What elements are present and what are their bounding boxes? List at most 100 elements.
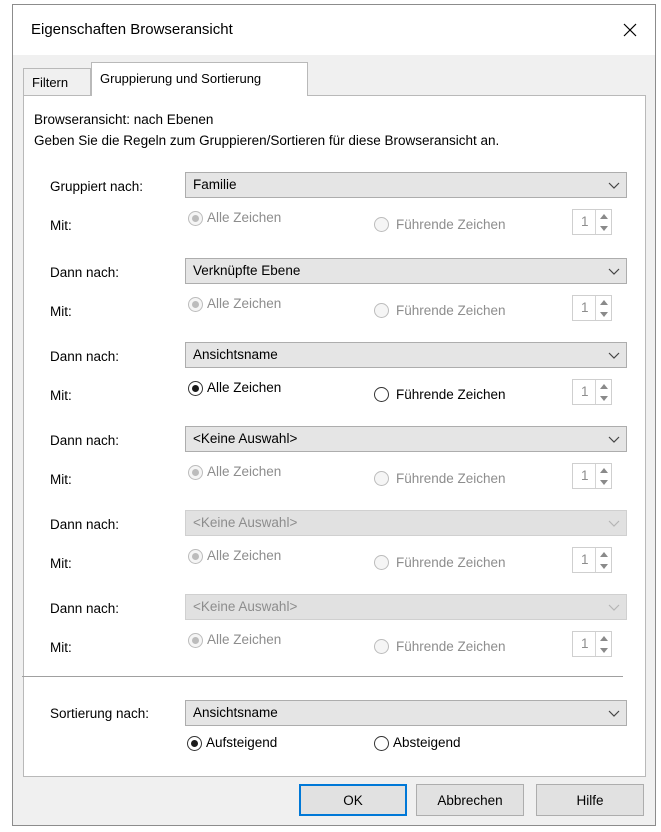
all-characters-radio-dot [192,215,199,222]
close-icon [623,23,637,37]
stepper-up-button[interactable] [596,380,611,392]
all-characters-radio[interactable] [188,465,203,480]
stepper-buttons [595,380,611,404]
chevron-down-icon [608,268,620,275]
group-rule-label: Gruppiert nach: [50,179,144,194]
stepper-up-button[interactable] [596,464,611,476]
stepper-buttons [595,632,611,656]
group-rule-dropdown[interactable]: Verknüpfte Ebene [185,258,627,284]
mit-label: Mit: [50,472,72,487]
stepper-down-button[interactable] [596,560,611,572]
spin-down-icon [599,479,608,485]
leading-characters-label: Führende Zeichen [396,555,506,570]
leading-characters-stepper[interactable]: 1 [572,547,612,573]
spin-up-icon [599,213,608,219]
leading-characters-stepper[interactable]: 1 [572,631,612,657]
group-rule-dropdown[interactable]: <Keine Auswahl> [185,594,627,620]
tab-filtern[interactable]: Filtern [23,68,91,96]
cancel-button[interactable]: Abbrechen [416,784,524,816]
stepper-down-button[interactable] [596,392,611,404]
stepper-buttons [595,296,611,320]
leading-characters-radio[interactable] [374,471,389,486]
mit-label: Mit: [50,304,72,319]
chevron-down-icon [608,604,620,611]
all-characters-label: Alle Zeichen [207,464,282,479]
group-rule-dropdown[interactable]: <Keine Auswahl> [185,510,627,536]
stepper-buttons [595,210,611,234]
leading-characters-stepper[interactable]: 1 [572,463,612,489]
all-characters-radio[interactable] [188,297,203,312]
close-button[interactable] [613,13,647,47]
stepper-up-button[interactable] [596,296,611,308]
leading-characters-stepper[interactable]: 1 [572,209,612,235]
intro-line-1: Browseransicht: nach Ebenen [34,112,214,127]
tab-gruppierung-label: Gruppierung und Sortierung [100,71,262,86]
stepper-up-button[interactable] [596,210,611,222]
mit-label: Mit: [50,556,72,571]
leading-characters-label: Führende Zeichen [396,387,506,402]
stepper-up-button[interactable] [596,632,611,644]
leading-characters-stepper[interactable]: 1 [572,295,612,321]
ascending-radio-dot [191,740,198,747]
group-rule-label: Dann nach: [50,265,120,280]
all-characters-radio-dot [192,469,199,476]
spin-up-icon [599,299,608,305]
group-rule-dropdown-value: Ansichtsname [193,347,278,362]
leading-characters-radio[interactable] [374,639,389,654]
all-characters-label: Alle Zeichen [207,380,282,395]
chevron-down-icon [608,182,620,189]
intro-line-2: Geben Sie die Regeln zum Gruppieren/Sort… [34,133,500,148]
tab-filtern-label: Filtern [32,75,69,90]
stepper-down-button[interactable] [596,308,611,320]
ok-button[interactable]: OK [299,784,407,816]
spin-up-icon [599,635,608,641]
group-rule-dropdown[interactable]: Ansichtsname [185,342,627,368]
leading-characters-label: Führende Zeichen [396,217,506,232]
ascending-radio[interactable] [187,736,202,751]
leading-characters-radio[interactable] [374,217,389,232]
all-characters-radio[interactable] [188,549,203,564]
leading-characters-stepper[interactable]: 1 [572,379,612,405]
stepper-up-button[interactable] [596,548,611,560]
chevron-down-icon [608,352,620,359]
help-button[interactable]: Hilfe [536,784,644,816]
leading-characters-radio[interactable] [374,555,389,570]
title-bar: Eigenschaften Browseransicht [13,5,655,55]
spin-up-icon [599,383,608,389]
all-characters-radio[interactable] [188,211,203,226]
all-characters-radio-dot [192,637,199,644]
group-rule-label: Dann nach: [50,601,120,616]
leading-characters-radio[interactable] [374,303,389,318]
spin-down-icon [599,395,608,401]
all-characters-radio[interactable] [188,633,203,648]
leading-characters-count: 1 [581,214,589,229]
sort-dropdown-value: Ansichtsname [193,705,278,720]
all-characters-label: Alle Zeichen [207,632,282,647]
mit-label: Mit: [50,388,72,403]
leading-characters-label: Führende Zeichen [396,471,506,486]
all-characters-radio[interactable] [188,381,203,396]
group-rule-dropdown[interactable]: Familie [185,172,627,198]
leading-characters-count: 1 [581,384,589,399]
tab-gruppierung-und-sortierung[interactable]: Gruppierung und Sortierung [91,62,308,96]
stepper-down-button[interactable] [596,222,611,234]
chevron-down-icon [608,436,620,443]
all-characters-label: Alle Zeichen [207,548,282,563]
group-rule-dropdown[interactable]: <Keine Auswahl> [185,426,627,452]
all-characters-radio-dot [192,553,199,560]
spin-down-icon [599,311,608,317]
sort-dropdown[interactable]: Ansichtsname [185,700,627,726]
leading-characters-radio[interactable] [374,387,389,402]
leading-characters-label: Führende Zeichen [396,639,506,654]
group-rule-dropdown-value: Familie [193,177,237,192]
descending-radio[interactable] [374,736,389,751]
leading-characters-count: 1 [581,468,589,483]
all-characters-label: Alle Zeichen [207,296,282,311]
leading-characters-label: Führende Zeichen [396,303,506,318]
mit-label: Mit: [50,640,72,655]
stepper-down-button[interactable] [596,644,611,656]
leading-characters-count: 1 [581,300,589,315]
spin-down-icon [599,563,608,569]
stepper-down-button[interactable] [596,476,611,488]
group-rule-label: Dann nach: [50,349,120,364]
